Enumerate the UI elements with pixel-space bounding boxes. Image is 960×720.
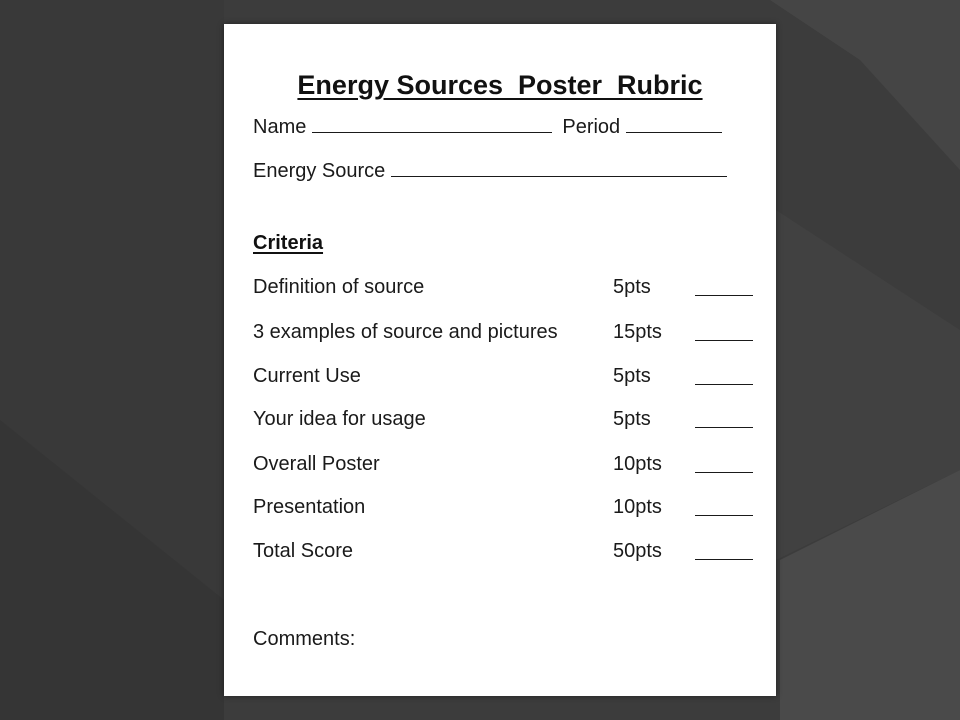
criteria-row: Overall Poster 10pts [224, 453, 776, 479]
criteria-points: 5pts [613, 365, 651, 387]
criteria-label: Current Use [253, 365, 361, 387]
criteria-points: 10pts [613, 453, 662, 475]
score-blank [695, 340, 753, 341]
criteria-points: 15pts [613, 321, 662, 343]
score-blank [695, 427, 753, 428]
criteria-heading: Criteria [253, 232, 324, 254]
energy-source-blank [391, 160, 728, 177]
total-score-row: Total Score 50pts [224, 540, 776, 566]
criteria-label: Presentation [253, 496, 366, 518]
total-score-label: Total Score [253, 540, 354, 562]
criteria-label: Your idea for usage [253, 408, 426, 430]
criteria-row: Current Use 5pts [224, 365, 776, 391]
comments-label: Comments: [253, 628, 356, 650]
criteria-row: Your idea for usage 5pts [224, 408, 776, 434]
energy-source-label: Energy Source [253, 160, 386, 182]
criteria-label: 3 examples of source and pictures [253, 321, 558, 343]
criteria-row: 3 examples of source and pictures 15pts [224, 321, 776, 347]
criteria-points: 5pts [613, 408, 651, 430]
period-label: Period [562, 116, 621, 138]
total-score-points: 50pts [613, 540, 662, 562]
score-blank [695, 384, 753, 385]
energy-source-row: Energy Source [253, 160, 728, 183]
name-label: Name [253, 116, 307, 138]
score-blank [695, 515, 753, 516]
score-blank [695, 295, 753, 296]
name-blank [312, 116, 553, 133]
criteria-row: Definition of source 5pts [224, 276, 776, 302]
period-blank [626, 116, 723, 133]
name-period-row: Name Period [253, 116, 723, 139]
total-score-blank [695, 559, 753, 560]
criteria-label: Definition of source [253, 276, 425, 298]
criteria-points: 5pts [613, 276, 651, 298]
criteria-label: Overall Poster [253, 453, 380, 475]
rubric-page: Energy Sources Poster Rubric Name Period… [224, 24, 776, 696]
criteria-points: 10pts [613, 496, 662, 518]
page-title: Energy Sources Poster Rubric [297, 70, 703, 100]
score-blank [695, 472, 753, 473]
criteria-row: Presentation 10pts [224, 496, 776, 522]
